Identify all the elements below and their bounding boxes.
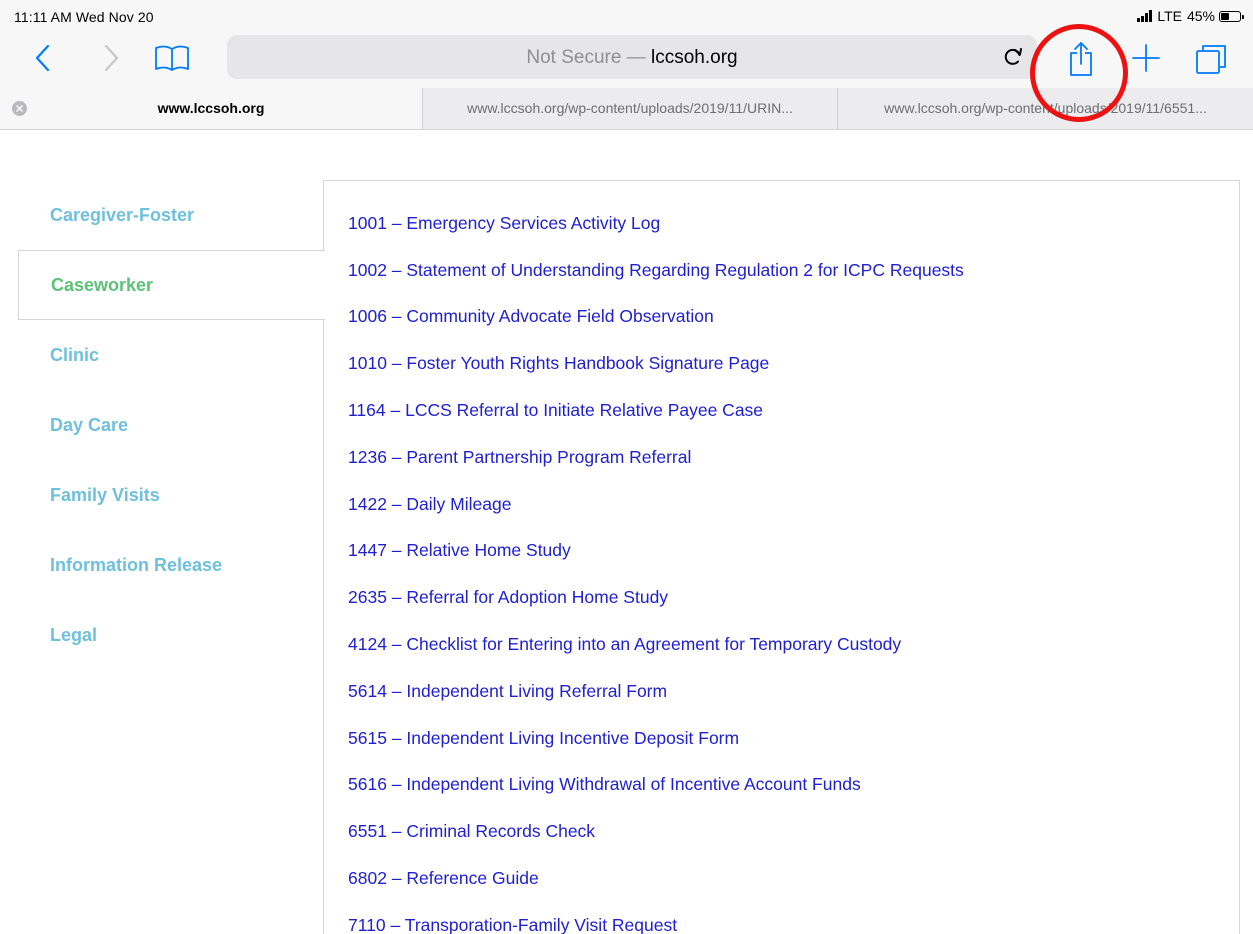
sidebar-item-family-visits[interactable]: Family Visits xyxy=(18,460,324,530)
list-item: 5615 – Independent Living Incentive Depo… xyxy=(348,715,964,762)
reload-icon xyxy=(1004,48,1022,65)
signal-icon xyxy=(1137,10,1153,22)
tab-label: www.lccsoh.org/wp-content/uploads/2019/1… xyxy=(884,100,1207,116)
list-item: 5616 – Independent Living Withdrawal of … xyxy=(348,762,964,809)
list-item: 1006 – Community Advocate Field Observat… xyxy=(348,294,964,341)
list-item: 1002 – Statement of Understanding Regard… xyxy=(348,247,964,294)
status-time: 11:11 AM Wed Nov 20 xyxy=(14,9,154,25)
share-icon xyxy=(1070,42,1092,76)
document-link[interactable]: 5614 – Independent Living Referral Form xyxy=(348,681,667,702)
battery-tip xyxy=(1242,14,1244,19)
list-item: 5614 – Independent Living Referral Form xyxy=(348,668,964,715)
document-link[interactable]: 4124 – Checklist for Entering into an Ag… xyxy=(348,634,901,655)
list-item: 4124 – Checklist for Entering into an Ag… xyxy=(348,621,964,668)
category-sidebar: Caregiver-Foster Caseworker Clinic Day C… xyxy=(18,180,325,670)
browser-toolbar: Not Secure — lccsoh.org xyxy=(0,30,1253,88)
show-tabs-button[interactable] xyxy=(1194,42,1228,76)
address-text: Not Secure — lccsoh.org xyxy=(227,47,1037,69)
forward-button[interactable] xyxy=(96,42,126,74)
share-button[interactable] xyxy=(1064,38,1098,80)
bookmarks-button[interactable] xyxy=(152,42,192,74)
document-link[interactable]: 5616 – Independent Living Withdrawal of … xyxy=(348,774,861,795)
battery-percent: 45% xyxy=(1186,8,1215,24)
book-icon xyxy=(155,45,189,71)
chevron-right-icon xyxy=(104,44,119,72)
address-domain: lccsoh.org xyxy=(651,47,738,68)
list-item: 6802 – Reference Guide xyxy=(348,855,964,902)
list-item: 1236 – Parent Partnership Program Referr… xyxy=(348,434,964,481)
tab-strip: www.lccsoh.org www.lccsoh.org/wp-content… xyxy=(0,88,1253,130)
tab-close-button[interactable] xyxy=(12,101,27,116)
new-tab-button[interactable] xyxy=(1130,42,1162,74)
list-item: 1422 – Daily Mileage xyxy=(348,481,964,528)
address-bar[interactable]: Not Secure — lccsoh.org xyxy=(227,35,1037,79)
list-item: 1447 – Relative Home Study xyxy=(348,528,964,575)
list-item: 1001 – Emergency Services Activity Log xyxy=(348,200,964,247)
list-item: 2635 – Referral for Adoption Home Study xyxy=(348,574,964,621)
battery-fill xyxy=(1221,12,1229,20)
chevron-left-icon xyxy=(35,44,50,72)
close-icon xyxy=(16,105,23,112)
document-link[interactable]: 1236 – Parent Partnership Program Referr… xyxy=(348,447,691,468)
document-link[interactable]: 1422 – Daily Mileage xyxy=(348,494,511,515)
document-link[interactable]: 6802 – Reference Guide xyxy=(348,868,539,889)
tab-lccsoh-home[interactable]: www.lccsoh.org xyxy=(0,88,422,129)
tab-6551-upload[interactable]: www.lccsoh.org/wp-content/uploads/2019/1… xyxy=(837,88,1253,129)
document-link[interactable]: 1164 – LCCS Referral to Initiate Relativ… xyxy=(348,400,763,421)
plus-icon xyxy=(1132,44,1160,72)
battery-icon xyxy=(1219,10,1244,22)
tab-label: www.lccsoh.org/wp-content/uploads/2019/1… xyxy=(467,100,793,116)
network-type: LTE xyxy=(1157,8,1182,24)
sidebar-item-legal[interactable]: Legal xyxy=(18,600,324,670)
sidebar-item-clinic[interactable]: Clinic xyxy=(18,320,324,390)
document-link[interactable]: 5615 – Independent Living Incentive Depo… xyxy=(348,728,739,749)
sidebar-item-information-release[interactable]: Information Release xyxy=(18,530,324,600)
document-link[interactable]: 7110 – Transporation-Family Visit Reques… xyxy=(348,915,677,934)
document-link[interactable]: 1002 – Statement of Understanding Regard… xyxy=(348,260,964,281)
list-item: 7110 – Transporation-Family Visit Reques… xyxy=(348,902,964,934)
document-link[interactable]: 1006 – Community Advocate Field Observat… xyxy=(348,306,714,327)
status-bar: 11:11 AM Wed Nov 20 LTE 45% xyxy=(0,0,1253,30)
status-indicators: LTE 45% xyxy=(1137,8,1244,24)
sidebar-item-day-care[interactable]: Day Care xyxy=(18,390,324,460)
tab-urin-upload[interactable]: www.lccsoh.org/wp-content/uploads/2019/1… xyxy=(422,88,837,129)
document-link[interactable]: 1447 – Relative Home Study xyxy=(348,540,571,561)
document-link[interactable]: 2635 – Referral for Adoption Home Study xyxy=(348,587,668,608)
list-item: 1164 – LCCS Referral to Initiate Relativ… xyxy=(348,387,964,434)
document-link[interactable]: 6551 – Criminal Records Check xyxy=(348,821,595,842)
document-link[interactable]: 1010 – Foster Youth Rights Handbook Sign… xyxy=(348,353,769,374)
sidebar-item-caseworker[interactable]: Caseworker xyxy=(18,250,325,320)
list-item: 1010 – Foster Youth Rights Handbook Sign… xyxy=(348,340,964,387)
sidebar-item-caregiver-foster[interactable]: Caregiver-Foster xyxy=(18,180,324,250)
tab-label: www.lccsoh.org xyxy=(157,100,265,116)
tabs-icon xyxy=(1196,45,1226,74)
back-button[interactable] xyxy=(28,42,58,74)
list-item: 6551 – Criminal Records Check xyxy=(348,808,964,855)
address-security-label: Not Secure — xyxy=(526,47,651,68)
browser-window: 11:11 AM Wed Nov 20 LTE 45% Not Secure —… xyxy=(0,0,1253,934)
document-list: 1001 – Emergency Services Activity Log 1… xyxy=(348,200,964,934)
document-link[interactable]: 1001 – Emergency Services Activity Log xyxy=(348,213,660,234)
reload-button[interactable] xyxy=(1001,45,1025,69)
